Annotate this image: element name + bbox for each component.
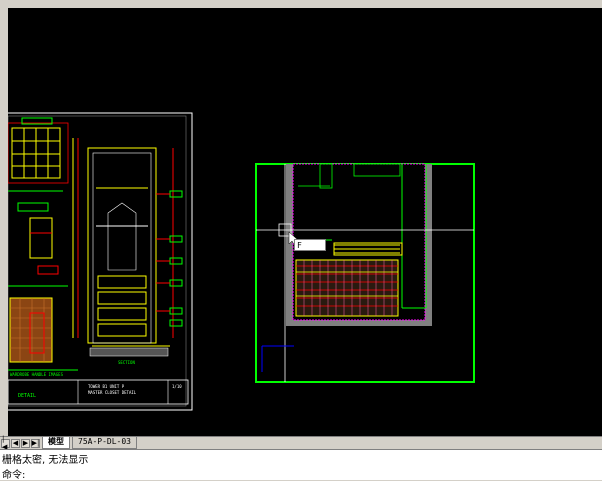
left-detail-sheet: DETAIL TOWER B1 UNIT P MASTER CLOSET DET… bbox=[8, 112, 193, 411]
plan-view bbox=[255, 163, 475, 383]
svg-text:WARDROBE HANDLE IMAGES: WARDROBE HANDLE IMAGES bbox=[10, 372, 64, 377]
tab-model[interactable]: 模型 bbox=[42, 437, 70, 449]
first-tab-button[interactable]: |◀ bbox=[1, 435, 10, 451]
tab-layout-75a-p-dl-03[interactable]: 75A-P-DL-03 bbox=[72, 437, 137, 449]
svg-text:SECTION: SECTION bbox=[118, 360, 135, 365]
next-tab-button[interactable]: ▶ bbox=[21, 438, 30, 448]
svg-text:DETAIL: DETAIL bbox=[18, 393, 36, 399]
last-tab-button[interactable]: ▶| bbox=[31, 438, 40, 448]
svg-text:TOWER B1 UNIT P: TOWER B1 UNIT P bbox=[88, 384, 125, 389]
svg-text:MASTER CLOSET DETAIL: MASTER CLOSET DETAIL bbox=[88, 390, 137, 395]
layout-tab-bar: |◀ ◀ ▶ ▶| 模型 75A-P-DL-03 bbox=[0, 435, 602, 451]
prev-tab-button[interactable]: ◀ bbox=[11, 438, 20, 448]
handle-hatch bbox=[9, 297, 53, 363]
command-history-line: 栅格太密, 无法显示 bbox=[2, 455, 89, 466]
cad-drawing[interactable]: DETAIL TOWER B1 UNIT P MASTER CLOSET DET… bbox=[8, 8, 602, 436]
drawing-canvas[interactable]: DETAIL TOWER B1 UNIT P MASTER CLOSET DET… bbox=[8, 8, 602, 436]
drawer-block bbox=[295, 259, 399, 317]
inline-text-editor[interactable]: F bbox=[294, 239, 326, 251]
command-window[interactable]: 栅格太密, 无法显示 命令: bbox=[0, 449, 602, 481]
inline-text-value: F bbox=[297, 241, 302, 250]
svg-text:1/10: 1/10 bbox=[172, 384, 182, 389]
